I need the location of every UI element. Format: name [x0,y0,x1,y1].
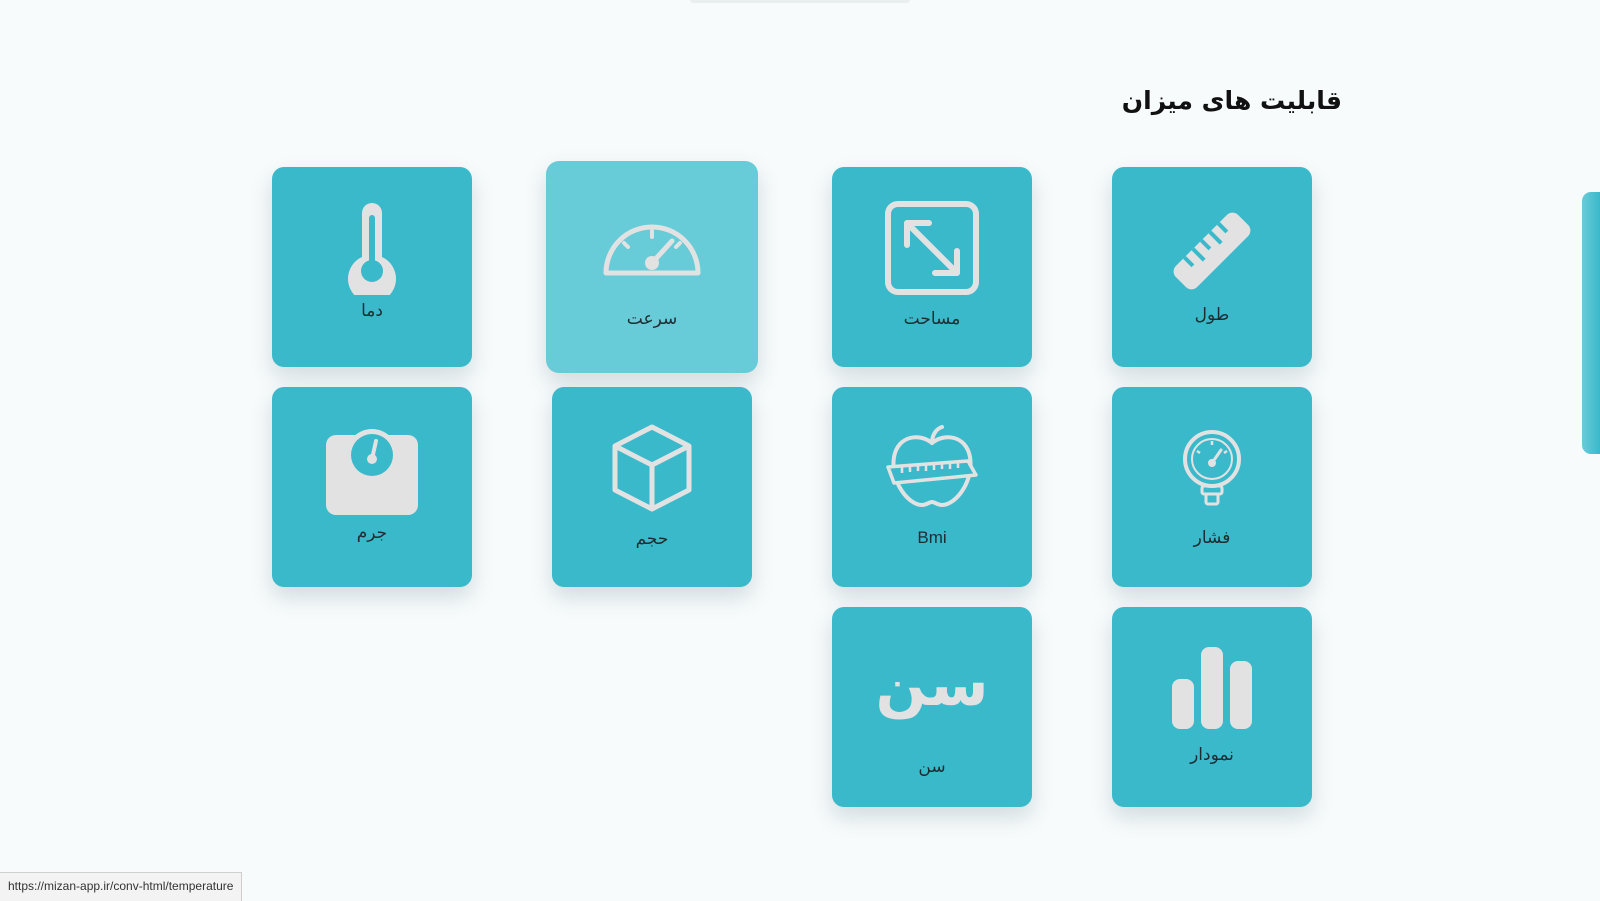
tile-mass[interactable]: جرم [272,387,472,587]
tile-chart[interactable]: نمودار [1112,607,1312,807]
top-tab-edge [690,0,910,3]
cube-icon [552,423,752,513]
tile-temperature-label: دما [361,301,383,321]
resize-arrow-icon [832,199,1032,297]
tile-age-label: سن [918,757,946,777]
tile-volume[interactable]: حجم [552,387,752,587]
tile-length[interactable]: طول [1112,167,1312,367]
tile-chart-label: نمودار [1190,745,1234,765]
section-title: قابلیت های میزان [1121,86,1342,115]
speedometer-icon [546,207,758,279]
tile-area[interactable]: مساحت [832,167,1032,367]
tile-area-label: مساحت [903,309,961,329]
tile-bmi-label: Bmi [917,528,947,547]
bar-chart-icon [1112,647,1312,729]
scrollbar-thumb[interactable] [1582,192,1600,454]
tile-speed-label: سرعت [626,309,678,329]
tile-speed[interactable]: سرعت [546,161,758,373]
tile-volume-label: حجم [635,529,669,549]
ruler-icon [1112,201,1312,301]
age-text-icon: سن [875,650,989,720]
apple-tape-measure-icon [832,425,1032,511]
tile-pressure-label: فشار [1193,528,1231,548]
tile-mass-label: جرم [356,523,388,543]
pressure-gauge-icon [1112,429,1312,507]
tile-length-label: طول [1194,305,1230,325]
thermometer-icon [272,201,472,295]
tile-pressure[interactable]: فشار [1112,387,1312,587]
status-bar-url: https://mizan-app.ir/conv-html/temperatu… [0,872,243,901]
tile-age[interactable]: سن سن [832,607,1032,807]
weighing-scale-icon [272,423,472,515]
tile-temperature[interactable]: دما [272,167,472,367]
tile-bmi[interactable]: Bmi [832,387,1032,587]
